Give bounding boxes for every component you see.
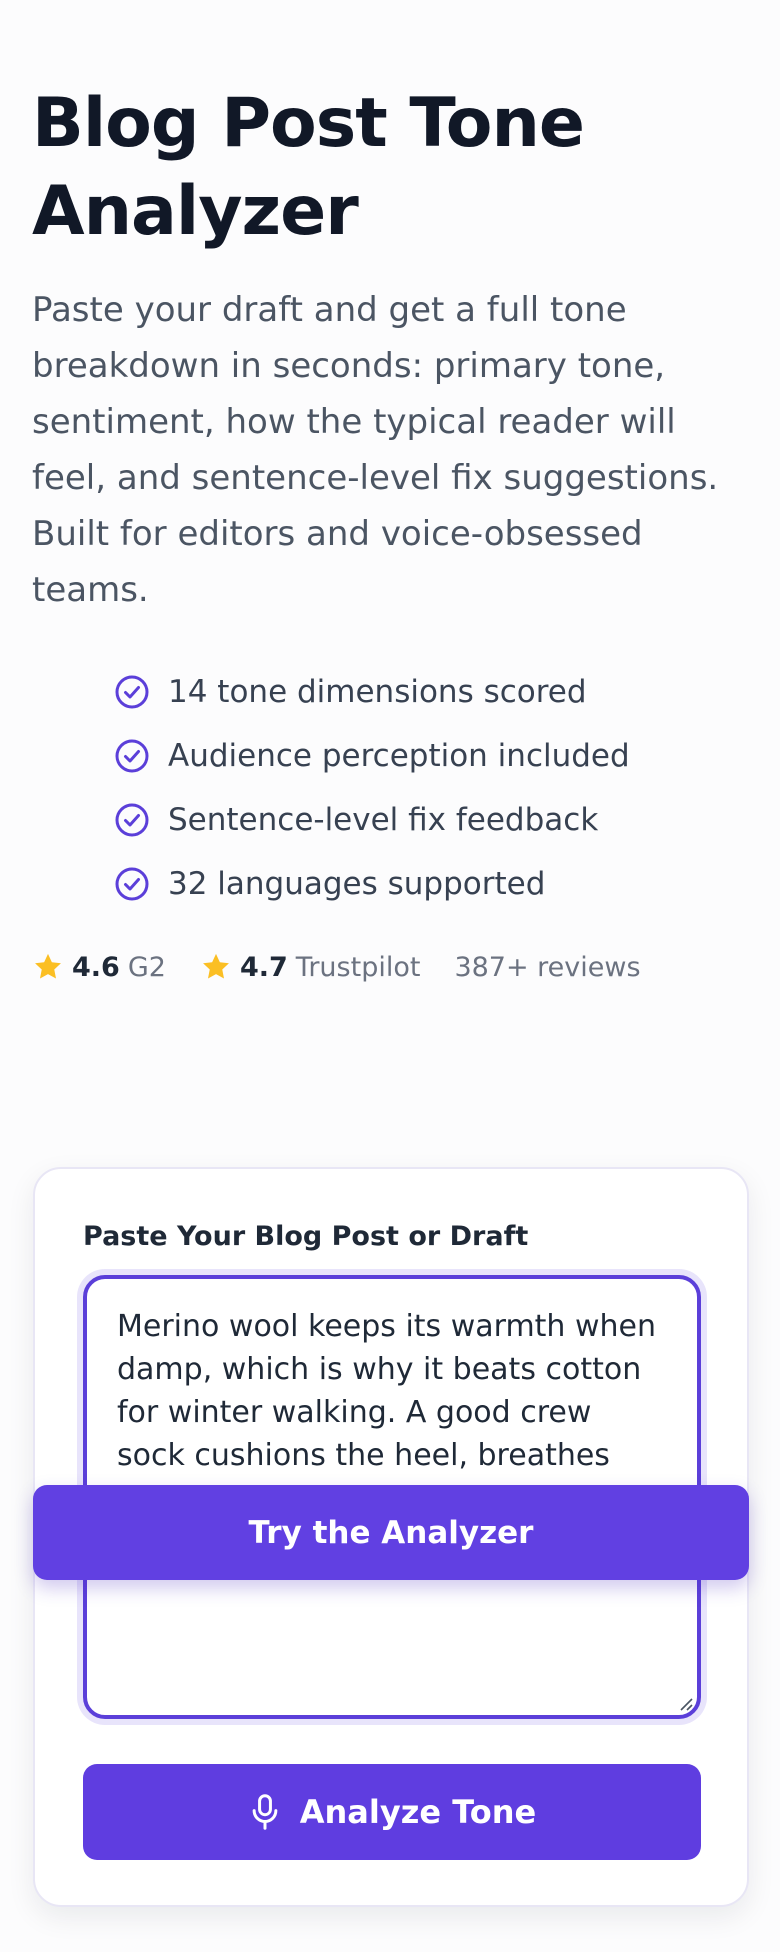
star-icon [200,951,232,983]
check-circle-icon [114,866,150,902]
analyze-tone-button[interactable]: Analyze Tone [83,1764,701,1860]
review-count: 387+ reviews [454,951,641,983]
feature-label: 32 languages supported [168,866,546,902]
feature-label: Audience perception included [168,738,630,774]
feature-item: 32 languages supported [114,852,748,916]
rating-score: 4.7 [239,951,288,983]
rating-source: G2 [127,951,166,983]
resize-handle-icon[interactable] [677,1695,693,1711]
rating-trustpilot: 4.7 Trustpilot [200,951,420,983]
check-circle-icon [114,802,150,838]
try-analyzer-button[interactable]: Try the Analyzer [33,1485,749,1580]
rating-g2: 4.6 G2 [32,951,166,983]
feature-item: Audience perception included [114,724,748,788]
feature-label: Sentence-level fix feedback [168,802,599,838]
analyze-tone-label: Analyze Tone [299,1793,537,1831]
feature-item: 14 tone dimensions scored [114,660,748,724]
rating-score: 4.6 [72,951,120,983]
feature-item: Sentence-level fix feedback [114,788,748,852]
rating-source: Trustpilot [295,951,421,983]
try-analyzer-label: Try the Analyzer [248,1514,534,1551]
page-title: Blog Post Tone Analyzer [32,84,585,251]
microphone-icon [248,1793,282,1831]
page: Blog Post Tone Analyzer Paste your draft… [0,80,780,992]
draft-label: Paste Your Blog Post or Draft [83,1221,529,1252]
feature-list: 14 tone dimensions scored Audience perce… [32,660,748,916]
check-circle-icon [114,674,150,710]
feature-label: 14 tone dimensions scored [168,674,587,710]
star-icon [32,951,64,983]
ratings-row: 4.6 G2 4.7 Trustpilot 387+ reviews [32,942,748,992]
page-subtitle: Paste your draft and get a full tone bre… [32,290,719,610]
check-circle-icon [114,738,150,774]
